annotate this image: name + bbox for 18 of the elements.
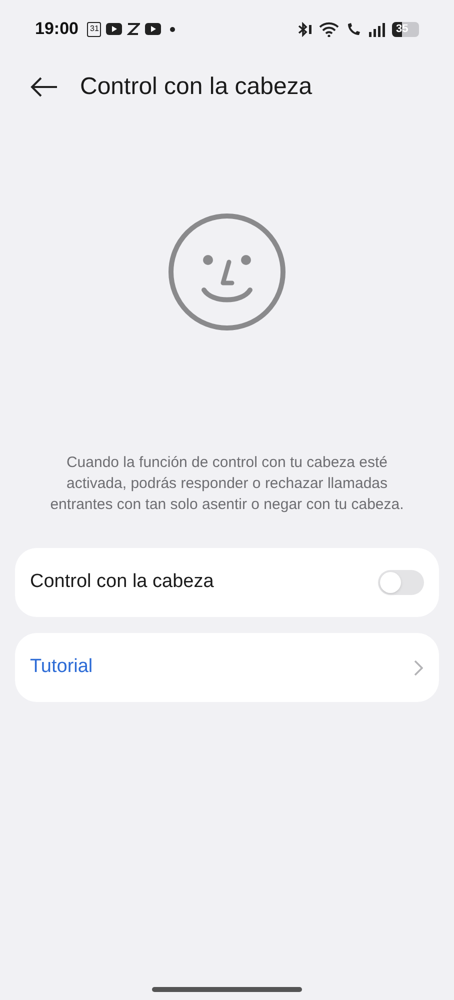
wifi-icon (319, 22, 339, 36)
calendar-icon: 31 (87, 22, 102, 36)
description-text: Cuando la función de control con tu cabeza esté activada, podrás responder o rechazar llamadas entrantes con tan solo asentir o negar con tu cabeza. (49, 453, 405, 515)
call-icon (346, 22, 362, 36)
toggle-switch[interactable] (378, 570, 424, 595)
chevron-right-icon (414, 660, 423, 676)
smiley-face-icon (167, 212, 287, 332)
status-time: 19:00 (35, 18, 78, 40)
tutorial-row[interactable]: Tutorial (15, 633, 439, 702)
bluetooth-icon (298, 22, 312, 36)
dot-icon (170, 26, 176, 32)
play-icon (106, 23, 122, 35)
home-indicator[interactable] (152, 987, 302, 992)
setting-label: Control con la cabeza (30, 570, 214, 594)
page-title: Control con la cabeza (80, 72, 312, 102)
battery-icon: 35 (392, 22, 419, 36)
play-icon (145, 23, 162, 35)
signal-icon (369, 22, 385, 36)
